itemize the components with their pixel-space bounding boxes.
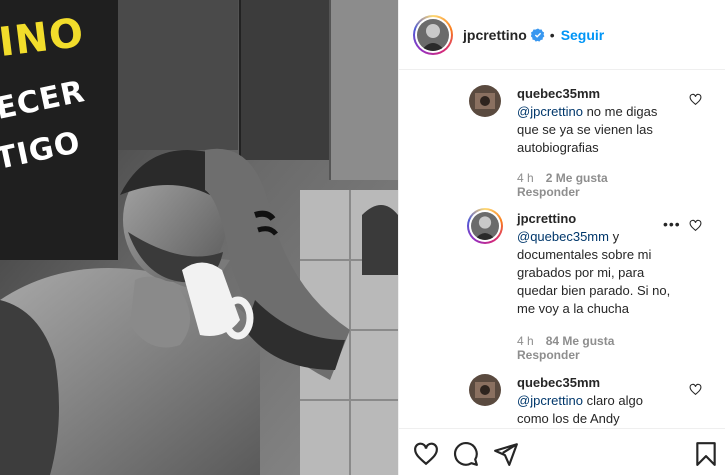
comment-username[interactable]: jpcrettino	[517, 210, 677, 228]
comments-panel: jpcrettino • Seguir quebec35mm @jpcretti…	[398, 0, 725, 475]
avatar-photo-jpcrettino	[417, 18, 449, 51]
comment-time: 4 h	[517, 171, 534, 185]
verified-badge-icon	[530, 27, 545, 42]
commenter-avatar[interactable]	[467, 208, 503, 244]
commenter-avatar[interactable]	[469, 85, 501, 117]
photo-scene	[0, 0, 398, 475]
header-separator: •	[549, 26, 555, 43]
comment-like-heart-icon[interactable]	[689, 383, 702, 396]
heart-icon[interactable]	[413, 441, 439, 467]
reply-button[interactable]: Responder	[517, 185, 580, 199]
comment-meta: 4 h 84 Me gusta	[517, 334, 626, 348]
comment-mention[interactable]: @jpcrettino	[517, 393, 583, 408]
comment-username[interactable]: quebec35mm	[517, 85, 677, 103]
comment-likes[interactable]: 2 Me gusta	[546, 171, 608, 185]
comment-mention[interactable]: @jpcrettino	[517, 104, 583, 119]
author-username[interactable]: jpcrettino	[463, 27, 527, 43]
comment-mention[interactable]: @quebec35mm	[517, 229, 609, 244]
comment-list[interactable]: quebec35mm @jpcrettino no me digas que s…	[399, 71, 725, 428]
comment-time: 4 h	[517, 334, 534, 348]
post-header: jpcrettino • Seguir	[399, 0, 725, 70]
avatar-photo-quebec35mm	[469, 374, 501, 406]
comment-like-heart-icon[interactable]	[689, 219, 702, 232]
comment-options-icon[interactable]: •••	[663, 216, 681, 232]
share-icon[interactable]	[493, 441, 519, 467]
comment-username[interactable]: quebec35mm	[517, 374, 677, 392]
post-photo[interactable]: INO ECER TIGO	[0, 0, 398, 475]
post-action-bar	[399, 428, 725, 475]
avatar-photo-jpcrettino	[471, 212, 499, 240]
author-avatar[interactable]	[413, 14, 453, 55]
comment-like-heart-icon[interactable]	[689, 93, 702, 106]
commenter-avatar[interactable]	[469, 374, 501, 406]
reply-button[interactable]: Responder	[517, 348, 580, 362]
follow-button[interactable]: Seguir	[561, 27, 605, 43]
comment-likes[interactable]: 84 Me gusta	[546, 334, 615, 348]
comment-icon[interactable]	[453, 441, 479, 467]
comment-meta: 4 h 2 Me gusta	[517, 171, 620, 185]
avatar-photo-quebec35mm	[469, 85, 501, 117]
bookmark-icon[interactable]	[693, 441, 719, 467]
